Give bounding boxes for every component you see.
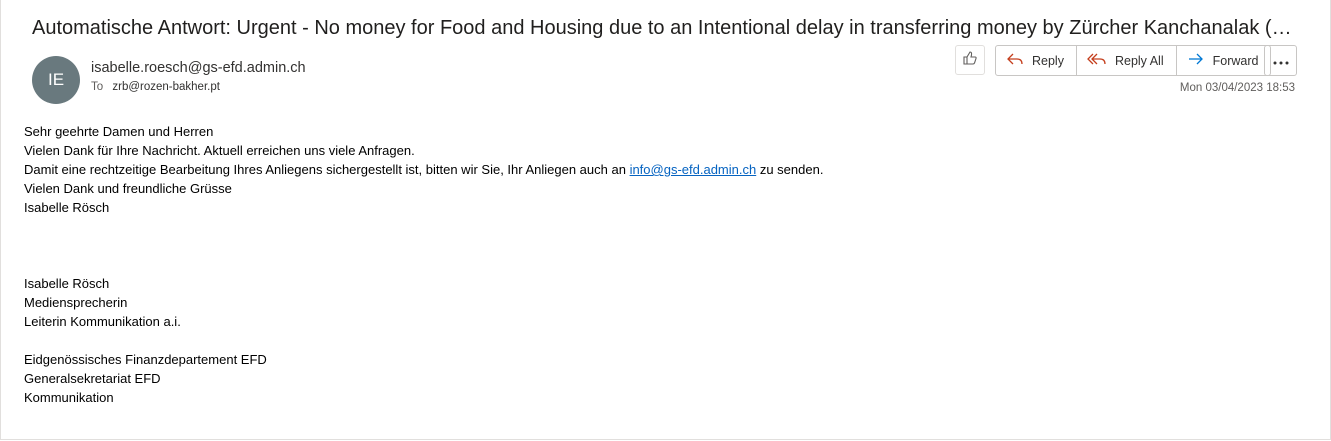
forward-label: Forward	[1212, 53, 1259, 68]
signature-org: Generalsekretariat EFD	[24, 371, 161, 386]
signature-role: Mediensprecherin	[24, 295, 128, 310]
message-subject: Automatische Antwort: Urgent - No money …	[32, 17, 1302, 39]
message-body: Sehr geehrte Damen und Herren Vielen Dan…	[24, 122, 823, 407]
body-signoff-name: Isabelle Rösch	[24, 200, 110, 215]
message-actions: Reply Reply All Forward	[995, 45, 1272, 76]
like-button[interactable]	[955, 45, 985, 75]
email-link[interactable]: info@gs-efd.admin.ch	[630, 162, 757, 177]
signature-org: Eidgenössisches Finanzdepartement EFD	[24, 352, 267, 367]
reply-all-label: Reply All	[1114, 53, 1164, 68]
body-greeting: Sehr geehrte Damen und Herren	[24, 124, 214, 139]
reply-all-button[interactable]: Reply All	[1077, 46, 1177, 75]
body-line-with-link: Damit eine rechtzeitige Bearbeitung Ihre…	[24, 160, 823, 179]
body-line: Vielen Dank für Ihre Nachricht. Aktuell …	[24, 143, 415, 158]
reply-all-icon	[1087, 51, 1115, 70]
more-icon	[1273, 52, 1289, 70]
forward-icon	[1187, 51, 1213, 70]
like-icon	[962, 50, 978, 71]
body-text: zu senden.	[756, 162, 824, 177]
sender-email[interactable]: isabelle.roesch@gs-efd.admin.ch	[91, 60, 306, 76]
reply-label: Reply	[1032, 53, 1064, 68]
reply-icon	[1006, 51, 1032, 70]
signature-role: Leiterin Kommunikation a.i.	[24, 314, 181, 329]
signature-org: Kommunikation	[24, 390, 114, 405]
to-label: To	[91, 81, 104, 93]
forward-button[interactable]: Forward	[1177, 46, 1271, 75]
message-date: Mon 03/04/2023 18:53	[1179, 82, 1295, 94]
more-actions-button[interactable]	[1264, 45, 1297, 76]
message-pane: Automatische Antwort: Urgent - No money …	[0, 0, 1331, 440]
recipient-address[interactable]: zrb@rozen-bakher.pt	[112, 81, 220, 93]
avatar[interactable]: IE	[32, 56, 80, 104]
signature-name: Isabelle Rösch	[24, 276, 110, 291]
body-text: Damit eine rechtzeitige Bearbeitung Ihre…	[24, 162, 630, 177]
body-closing: Vielen Dank und freundliche Grüsse	[24, 181, 232, 196]
reply-button[interactable]: Reply	[996, 46, 1077, 75]
recipient-line: To zrb@rozen-bakher.pt	[91, 81, 220, 93]
